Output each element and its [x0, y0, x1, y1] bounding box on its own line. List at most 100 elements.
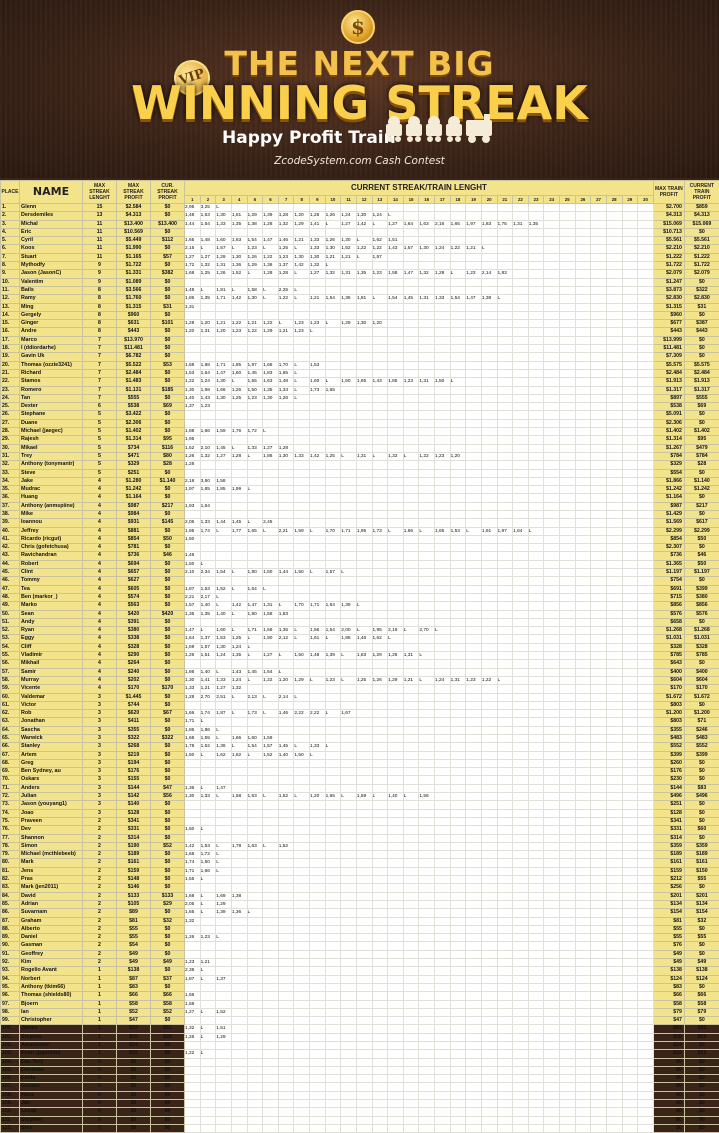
streak-cell [622, 345, 638, 353]
streak-cell [481, 851, 497, 859]
streak-cell [419, 768, 435, 776]
streak-cell [247, 867, 263, 875]
place-cell: 106. [1, 1075, 20, 1083]
streak-cell [575, 602, 591, 610]
table-row: 70.Oskars3$155$0$230$0 [1, 776, 719, 784]
name-cell: Clint [20, 569, 83, 577]
streak-cell [231, 784, 247, 792]
max-streak-length-cell: 4 [83, 494, 117, 502]
streak-cell [263, 461, 279, 469]
streak-cell [216, 336, 232, 344]
place-cell: 8. [1, 262, 20, 270]
streak-cell [294, 577, 310, 585]
streak-slot-number: 14 [388, 196, 404, 204]
streak-cell: 1,47 [403, 270, 419, 278]
streak-cell [356, 535, 372, 543]
streak-cell [513, 710, 529, 718]
streak-cell [388, 726, 404, 734]
streak-cell: 1,52 [341, 245, 357, 253]
streak-cell [294, 419, 310, 427]
streak-cell [466, 909, 482, 917]
current-train-profit-cell: $50 [684, 560, 719, 568]
place-cell: 81. [1, 867, 20, 875]
streak-cell [466, 228, 482, 236]
streak-cell [216, 983, 232, 991]
streak-cell [481, 1025, 497, 1033]
streak-cell [528, 701, 544, 709]
streak-slot-number: 8 [294, 196, 310, 204]
streak-cell [575, 1041, 591, 1049]
max-streak-profit-cell: $391 [117, 618, 151, 626]
max-streak-profit-cell: $55 [117, 934, 151, 942]
streak-cell [560, 1075, 576, 1083]
streak-cell [372, 569, 388, 577]
streak-cell [497, 585, 513, 593]
max-train-profit-cell: $987 [653, 502, 684, 510]
streak-cell: 1,68 [185, 270, 201, 278]
streak-cell: 1,65 [185, 237, 201, 245]
streak-cell [606, 610, 622, 618]
place-cell: 37. [1, 502, 20, 510]
current-train-profit-cell: $0 [684, 809, 719, 817]
name-cell: Marko [20, 602, 83, 610]
cur-streak-profit-cell: $0 [151, 768, 185, 776]
streak-cell: L [481, 245, 497, 253]
streak-cell: L [216, 726, 232, 734]
current-train-profit-cell: $189 [684, 851, 719, 859]
streak-cell [591, 851, 607, 859]
streak-cell [388, 859, 404, 867]
place-cell: 25. [1, 403, 20, 411]
streak-cell [341, 486, 357, 494]
streak-cell [450, 635, 466, 643]
streak-cell [622, 1066, 638, 1074]
streak-cell [263, 1083, 279, 1091]
place-cell: 96. [1, 992, 20, 1000]
streak-cell [435, 867, 451, 875]
max-streak-length-cell: 0 [83, 1108, 117, 1116]
streak-cell [638, 452, 654, 460]
streak-cell: 1,88 [200, 361, 216, 369]
max-streak-length-cell: 0 [83, 1091, 117, 1099]
max-streak-profit-cell: $190 [117, 842, 151, 850]
streak-cell [575, 328, 591, 336]
streak-cell [341, 228, 357, 236]
streak-cell [638, 917, 654, 925]
streak-cell [560, 1100, 576, 1108]
max-train-profit-cell: $1.866 [653, 477, 684, 485]
streak-cell [310, 668, 326, 676]
streak-cell [544, 876, 560, 884]
streak-cell [591, 527, 607, 535]
streak-cell [560, 967, 576, 975]
streak-cell [575, 718, 591, 726]
streak-cell: L [403, 452, 419, 460]
streak-cell: 1,23 [403, 378, 419, 386]
streak-cell [435, 569, 451, 577]
table-row: 33.Steve5$251$0$554$0 [1, 469, 719, 477]
streak-cell [263, 1000, 279, 1008]
streak-cell [481, 419, 497, 427]
streak-cell [606, 668, 622, 676]
streak-cell [606, 892, 622, 900]
table-row: 15.Ginger8$631$1011,281,201,211,221,211,… [1, 320, 719, 328]
streak-cell [403, 735, 419, 743]
streak-cell [544, 560, 560, 568]
streak-cell: 1,53 [185, 369, 201, 377]
table-row: 17.Marco7$13.970$0$13.999$0 [1, 336, 719, 344]
name-cell: Gunars [20, 1083, 83, 1091]
streak-cell: 1,86 [263, 452, 279, 460]
streak-cell [606, 228, 622, 236]
streak-cell [278, 884, 294, 892]
streak-cell [341, 859, 357, 867]
streak-cell [356, 353, 372, 361]
max-streak-length-cell: 3 [83, 726, 117, 734]
streak-cell [388, 900, 404, 908]
max-streak-profit-cell: $219 [117, 751, 151, 759]
streak-cell [466, 668, 482, 676]
table-row: 62.Rob3$620$671,661,741,87L1,73L1,462,22… [1, 710, 719, 718]
streak-cell [622, 569, 638, 577]
streak-cell [403, 535, 419, 543]
name-cell: Julian [20, 793, 83, 801]
streak-cell [419, 983, 435, 991]
streak-cell: 1,36 [231, 909, 247, 917]
streak-cell [310, 876, 326, 884]
